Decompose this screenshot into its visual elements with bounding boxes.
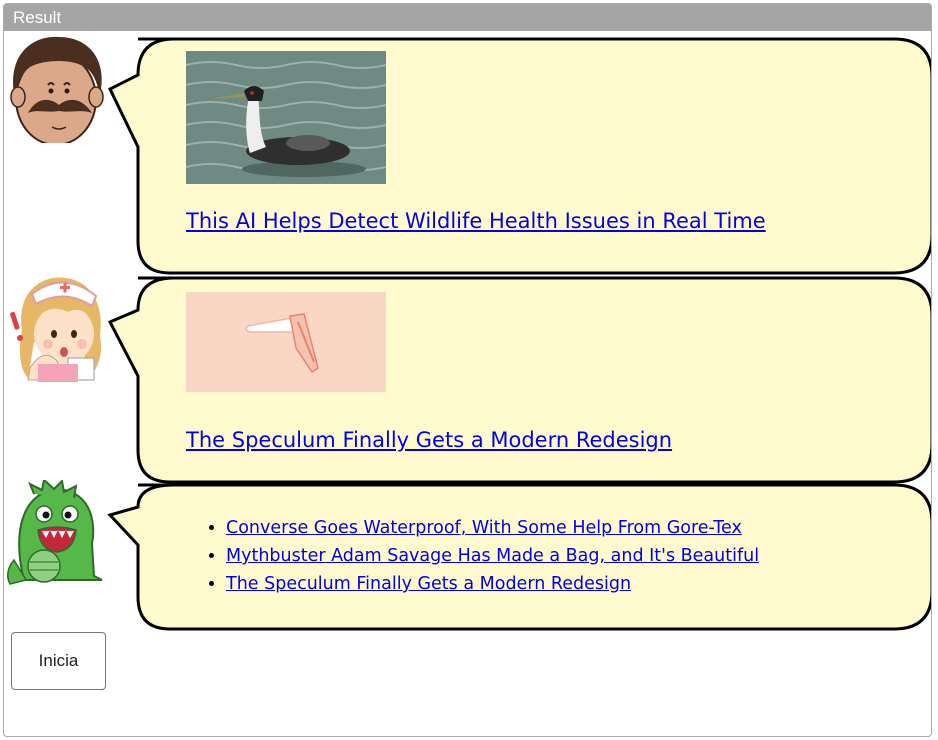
speech-bubble: This AI Helps Detect Wildlife Health Iss… [104,37,931,277]
article-link[interactable]: The Speculum Finally Gets a Modern Redes… [226,574,631,594]
chat-message-3: Converse Goes Waterproof, With Some Help… [4,478,931,633]
chat-message-2: The Speculum Finally Gets a Modern Redes… [4,272,931,484]
mustache-man-avatar [10,36,104,143]
list-item: Mythbuster Adam Savage Has Made a Bag, a… [226,542,759,570]
related-articles-list: Converse Goes Waterproof, With Some Help… [186,514,759,598]
nurse-avatar [10,277,102,382]
window-title: Result [13,8,62,27]
article-link[interactable]: Converse Goes Waterproof, With Some Help… [226,518,742,538]
speculum-illustration [186,292,386,392]
article-link[interactable]: The Speculum Finally Gets a Modern Redes… [186,428,672,452]
title-bar: Result [4,4,931,31]
chat-message-1: This AI Helps Detect Wildlife Health Iss… [4,31,931,276]
green-monster-avatar [7,480,103,585]
article-link[interactable]: Mythbuster Adam Savage Has Made a Bag, a… [226,546,759,566]
speech-bubble: Converse Goes Waterproof, With Some Help… [104,483,931,633]
speech-bubble: The Speculum Finally Gets a Modern Redes… [104,276,931,486]
article-link[interactable]: This AI Helps Detect Wildlife Health Iss… [186,209,766,233]
list-item: The Speculum Finally Gets a Modern Redes… [226,570,759,598]
grebe-with-chicks-photo [186,51,386,184]
start-button[interactable]: Inicia [11,632,106,690]
list-item: Converse Goes Waterproof, With Some Help… [226,514,759,542]
result-panel: Result This AI Helps Detect Wildlife Hea… [3,3,932,737]
